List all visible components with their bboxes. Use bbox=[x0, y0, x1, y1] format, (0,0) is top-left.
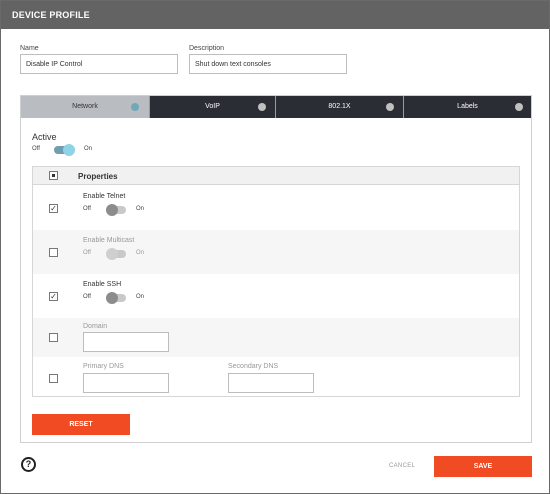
profile-settings-panel: Network VoIP 802.1X Labels Active Off On bbox=[20, 95, 532, 443]
multicast-toggle[interactable] bbox=[106, 248, 126, 260]
save-button[interactable]: SAVE bbox=[434, 456, 532, 477]
description-label: Description bbox=[189, 45, 225, 52]
active-toggle[interactable] bbox=[54, 144, 75, 156]
name-label: Name bbox=[20, 45, 39, 52]
reset-button[interactable]: RESET bbox=[32, 414, 130, 435]
tab-network-label: Network bbox=[72, 103, 98, 110]
multicast-label: Enable Multicast bbox=[83, 237, 135, 244]
tab-network[interactable]: Network bbox=[21, 96, 150, 118]
toggle-knob bbox=[63, 144, 75, 156]
property-row-ssh: ✓ Enable SSH Off On bbox=[33, 274, 519, 318]
status-dot-icon bbox=[515, 103, 523, 111]
status-dot-icon bbox=[386, 103, 394, 111]
ssh-label: Enable SSH bbox=[83, 281, 122, 288]
tab-labels-label: Labels bbox=[457, 103, 478, 110]
property-row-dns: Primary DNS Secondary DNS bbox=[33, 357, 519, 397]
tab-voip[interactable]: VoIP bbox=[150, 96, 276, 118]
toggle-knob bbox=[106, 292, 118, 304]
tab-voip-label: VoIP bbox=[205, 103, 220, 110]
ssh-on-label: On bbox=[136, 294, 145, 300]
tab-8021x-label: 802.1X bbox=[328, 103, 351, 110]
telnet-on-label: On bbox=[136, 206, 145, 212]
telnet-checkbox[interactable]: ✓ bbox=[49, 204, 58, 213]
telnet-toggle[interactable] bbox=[106, 204, 126, 216]
properties-table: Properties ✓ Enable Telnet Off On Enable… bbox=[32, 166, 520, 397]
property-row-telnet: ✓ Enable Telnet Off On bbox=[33, 186, 519, 230]
dialog-title: DEVICE PROFILE bbox=[1, 1, 549, 29]
cancel-button[interactable]: CANCEL bbox=[389, 463, 415, 469]
property-row-multicast: Enable Multicast Off On bbox=[33, 230, 519, 274]
toggle-knob bbox=[106, 204, 118, 216]
secondary-dns-label: Secondary DNS bbox=[228, 363, 279, 370]
multicast-checkbox[interactable] bbox=[49, 248, 58, 257]
domain-label: Domain bbox=[83, 323, 108, 330]
active-label: Active bbox=[32, 132, 57, 142]
secondary-dns-field[interactable] bbox=[228, 373, 314, 393]
domain-checkbox[interactable] bbox=[49, 333, 58, 342]
primary-dns-field[interactable] bbox=[83, 373, 169, 393]
tab-labels[interactable]: Labels bbox=[404, 96, 531, 118]
telnet-off-label: Off bbox=[83, 206, 91, 212]
status-dot-icon bbox=[258, 103, 266, 111]
property-row-domain: Domain bbox=[33, 318, 519, 357]
device-profile-dialog: DEVICE PROFILE Name Disable IP Control D… bbox=[0, 0, 550, 494]
toggle-knob bbox=[106, 248, 118, 260]
select-all-checkbox[interactable] bbox=[49, 171, 58, 180]
telnet-label: Enable Telnet bbox=[83, 193, 126, 200]
name-field[interactable]: Disable IP Control bbox=[20, 54, 178, 74]
dns-checkbox[interactable] bbox=[49, 374, 58, 383]
properties-title: Properties bbox=[78, 172, 118, 181]
primary-dns-label: Primary DNS bbox=[83, 363, 124, 370]
tab-bar: Network VoIP 802.1X Labels bbox=[21, 96, 531, 118]
active-on-label: On bbox=[84, 146, 93, 152]
status-dot-icon bbox=[131, 103, 139, 111]
ssh-off-label: Off bbox=[83, 294, 91, 300]
multicast-off-label: Off bbox=[83, 250, 91, 256]
help-icon[interactable]: ? bbox=[21, 457, 36, 472]
active-off-label: Off bbox=[32, 146, 40, 152]
tab-8021x[interactable]: 802.1X bbox=[276, 96, 404, 118]
domain-field[interactable] bbox=[83, 332, 169, 352]
ssh-checkbox[interactable]: ✓ bbox=[49, 292, 58, 301]
multicast-on-label: On bbox=[136, 250, 145, 256]
description-field[interactable]: Shut down text consoles bbox=[189, 54, 347, 74]
ssh-toggle[interactable] bbox=[106, 292, 126, 304]
properties-header: Properties bbox=[33, 167, 519, 185]
